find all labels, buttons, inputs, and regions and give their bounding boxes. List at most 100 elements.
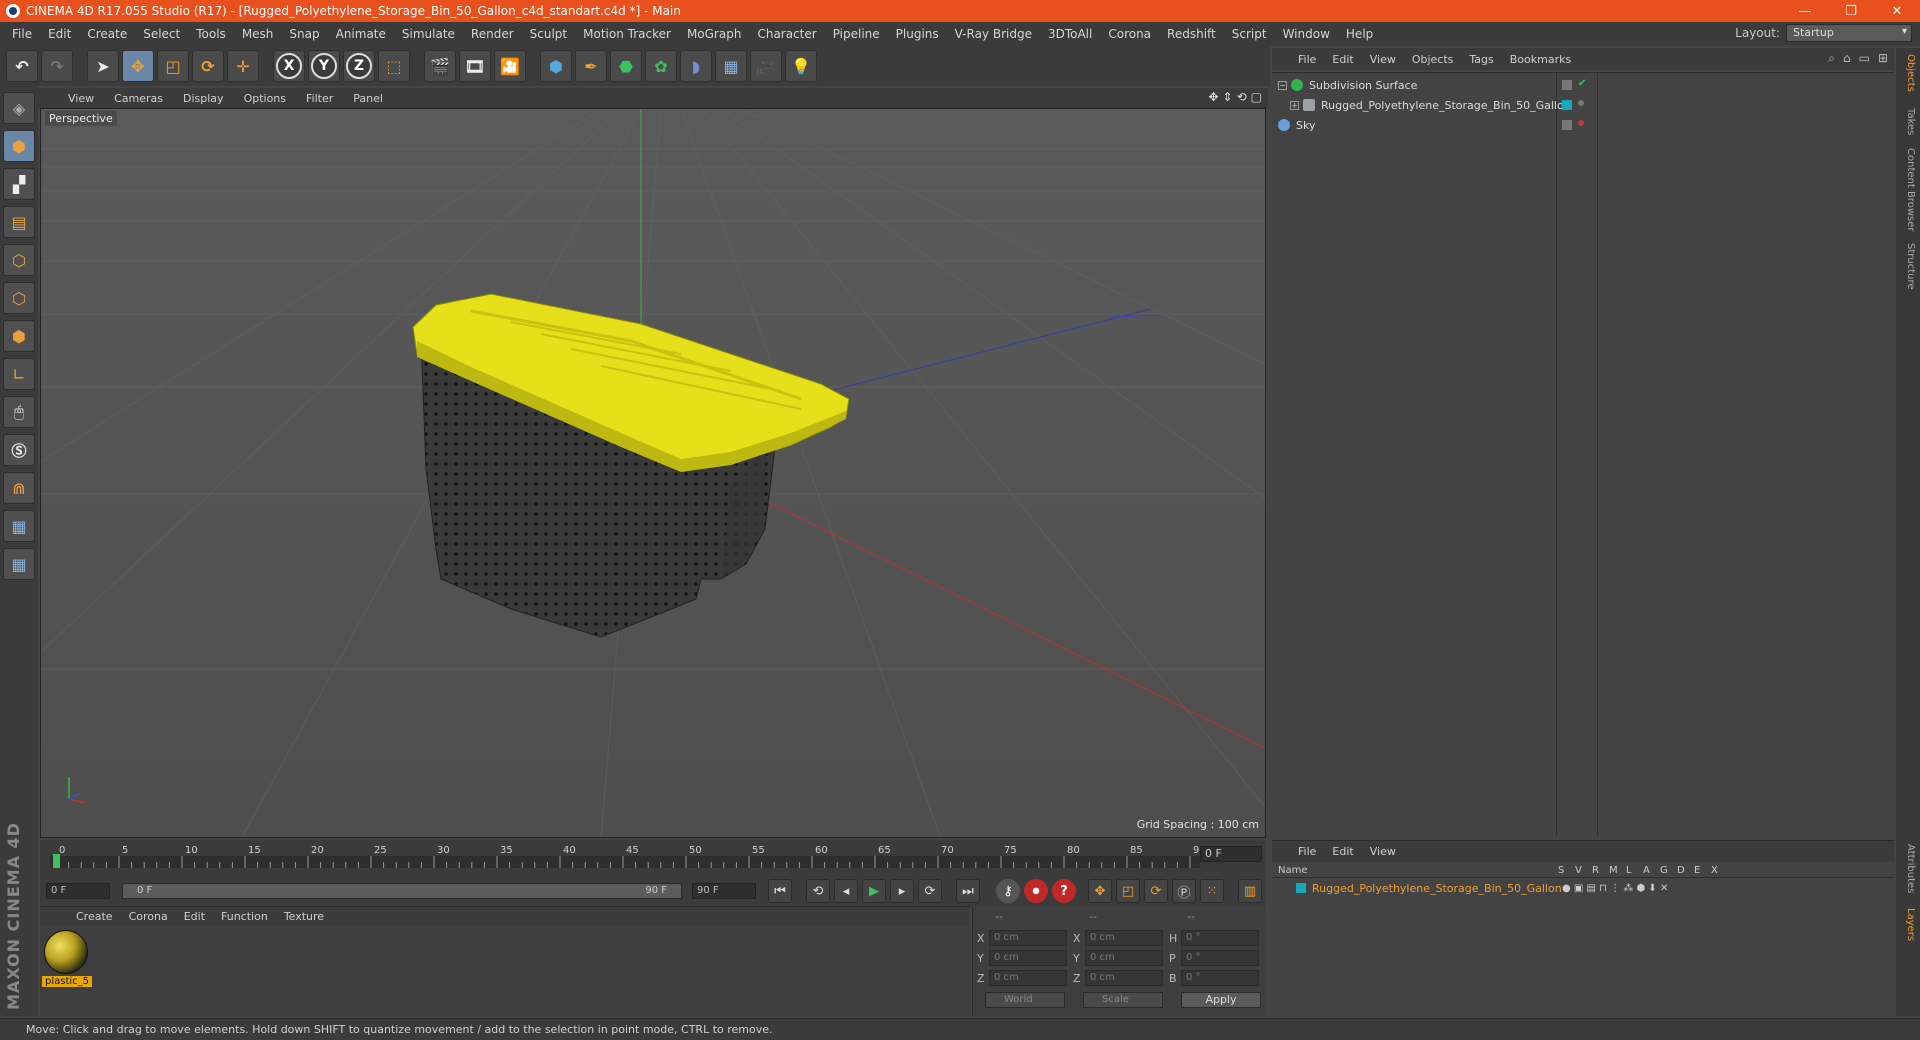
tab-layers[interactable]: Layers	[1900, 908, 1916, 941]
menu-edit[interactable]: Edit	[40, 22, 79, 46]
menu-redshift[interactable]: Redshift	[1159, 22, 1224, 46]
zoom-arrows-icon[interactable]: ⇕	[1223, 90, 1233, 104]
deformer-button[interactable]: ◗	[680, 50, 712, 82]
pen-spline-button[interactable]: ✒	[575, 50, 607, 82]
edges-mode-button[interactable]: ⬡	[3, 282, 35, 314]
search-icon[interactable]: ⌕	[1828, 51, 1835, 66]
camera-button[interactable]: 🎥	[750, 50, 782, 82]
menu-render[interactable]: Render	[463, 22, 522, 46]
menu-sculpt[interactable]: Sculpt	[522, 22, 575, 46]
menu-vray-bridge[interactable]: V-Ray Bridge	[947, 22, 1040, 46]
texture-mode-button[interactable]: ▞	[3, 168, 35, 200]
make-editable-button[interactable]: ◈	[3, 92, 35, 124]
pos-y-field[interactable]: 0 cm	[989, 950, 1067, 966]
axis-mode-button[interactable]: ∟	[3, 358, 35, 390]
om-menu-edit[interactable]: Edit	[1324, 53, 1361, 66]
menu-mesh[interactable]: Mesh	[234, 22, 282, 46]
planar-workplane-button[interactable]: ▦	[3, 548, 35, 580]
key-position-button[interactable]: ✥	[1088, 879, 1112, 903]
om-menu-tags[interactable]: Tags	[1461, 53, 1501, 66]
tab-objects[interactable]: Objects	[1900, 54, 1916, 92]
menu-plugins[interactable]: Plugins	[888, 22, 947, 46]
tweak-mode-button[interactable]: 🖱	[3, 396, 35, 428]
tab-structure[interactable]: Structure	[1900, 243, 1916, 290]
menu-select[interactable]: Select	[135, 22, 188, 46]
rot-h-field[interactable]: 0 °	[1181, 930, 1259, 946]
solo-button[interactable]: Ⓢ	[3, 434, 35, 466]
start-frame-field[interactable]: 0 F	[46, 883, 110, 899]
col-view[interactable]: V	[1575, 865, 1582, 876]
cloner-button[interactable]: ✿	[645, 50, 677, 82]
expand-toggle-icon[interactable]: +	[1290, 100, 1299, 110]
layer-row[interactable]: Rugged_Polyethylene_Storage_Bin_50_Gallo…	[1272, 880, 1894, 896]
layer-color-tag-icon[interactable]	[1562, 100, 1572, 110]
recent-tool-button[interactable]: ✛	[227, 50, 259, 82]
render-settings-button[interactable]: 🎦	[494, 50, 526, 82]
om-menu-file[interactable]: File	[1290, 53, 1324, 66]
expand-panel-icon[interactable]: ⊞	[1878, 51, 1888, 66]
model-mode-button[interactable]: ⬢	[3, 130, 35, 162]
menu-script[interactable]: Script	[1224, 22, 1275, 46]
next-key-button[interactable]: ⟳	[918, 879, 942, 903]
om-menu-view[interactable]: View	[1362, 53, 1404, 66]
object-row-storage-bin[interactable]: + Rugged_Polyethylene_Storage_Bin_50_Gal…	[1272, 95, 1894, 115]
move-tool-button[interactable]: ✥	[122, 50, 154, 82]
pos-z-field[interactable]: 0 cm	[989, 970, 1067, 986]
lm-menu-file[interactable]: File	[1290, 845, 1324, 858]
key-rotation-button[interactable]: ⟳	[1144, 879, 1168, 903]
rot-p-field[interactable]: 0 °	[1181, 950, 1259, 966]
col-animation[interactable]: A	[1643, 865, 1650, 876]
polygons-mode-button[interactable]: ⬢	[3, 320, 35, 352]
render-view-button[interactable]: 🎬	[424, 50, 456, 82]
menu-snap[interactable]: Snap	[281, 22, 327, 46]
viewport-menu-display[interactable]: Display	[173, 92, 234, 105]
rotate-tool-button[interactable]: ⟳	[192, 50, 224, 82]
size-z-field[interactable]: 0 cm	[1085, 970, 1163, 986]
key-parameter-button[interactable]: Ⓟ	[1172, 879, 1196, 903]
menu-file[interactable]: File	[4, 22, 40, 46]
col-solo[interactable]: S	[1558, 865, 1564, 876]
menu-simulate[interactable]: Simulate	[394, 22, 463, 46]
live-selection-button[interactable]: ➤	[87, 50, 119, 82]
next-frame-button[interactable]: ▸	[890, 879, 914, 903]
autokeying-button[interactable]: ?	[1052, 879, 1076, 903]
material-menu-corona[interactable]: Corona	[121, 910, 176, 923]
go-to-start-button[interactable]: ⏮	[768, 879, 792, 903]
layout-dropdown[interactable]: Startup	[1786, 24, 1912, 42]
visibility-flag-icon[interactable]	[1562, 80, 1572, 90]
go-to-end-button[interactable]: ⏭	[956, 879, 980, 903]
menu-animate[interactable]: Animate	[328, 22, 394, 46]
menu-help[interactable]: Help	[1338, 22, 1381, 46]
col-expressions[interactable]: E	[1694, 865, 1700, 876]
menu-create[interactable]: Create	[79, 22, 135, 46]
checkmark-icon[interactable]: ✔	[1578, 78, 1588, 89]
maximize-button[interactable]: ❐	[1828, 0, 1874, 22]
end-frame-field[interactable]: 90 F	[692, 883, 756, 899]
render-visibility-dot-icon[interactable]	[1578, 120, 1584, 126]
record-active-objects-button[interactable]: ⏺	[1024, 879, 1048, 903]
snap-button[interactable]: ⋒	[3, 472, 35, 504]
material-name-label[interactable]: plastic_5	[42, 976, 93, 987]
timeline-window-button[interactable]: ▥	[1238, 879, 1262, 903]
z-axis-button[interactable]: Z	[343, 50, 375, 82]
pos-x-field[interactable]: 0 cm	[989, 930, 1067, 946]
points-mode-button[interactable]: ⬡	[3, 244, 35, 276]
viewport-menu-options[interactable]: Options	[234, 92, 296, 105]
menu-corona[interactable]: Corona	[1100, 22, 1159, 46]
col-deformers[interactable]: D	[1677, 865, 1685, 876]
material-swatch[interactable]	[44, 930, 88, 974]
viewport-menu-panel[interactable]: Panel	[343, 92, 393, 105]
previous-frame-button[interactable]: ◂	[834, 879, 858, 903]
pan-arrows-icon[interactable]: ✥	[1208, 90, 1218, 104]
tab-takes[interactable]: Takes	[1900, 108, 1916, 135]
coordinate-system-button[interactable]: ⬚	[378, 50, 410, 82]
preview-range-slider[interactable]: 0 F 90 F	[122, 883, 682, 899]
minimize-panel-icon[interactable]: ▭	[1859, 51, 1870, 66]
subdivision-surface-button[interactable]: ⬣	[610, 50, 642, 82]
viewport-menu-filter[interactable]: Filter	[296, 92, 343, 105]
viewport-camera-label[interactable]: Perspective	[45, 111, 117, 126]
menu-pipeline[interactable]: Pipeline	[825, 22, 888, 46]
render-picture-viewer-button[interactable]: 🎞	[459, 50, 491, 82]
home-icon[interactable]: ⌂	[1843, 51, 1851, 66]
layer-flags-icons[interactable]: ● ▣ ▤ ⊓ ⋮ ⁂ ⬢ ⬇ ✕	[1562, 883, 1668, 894]
